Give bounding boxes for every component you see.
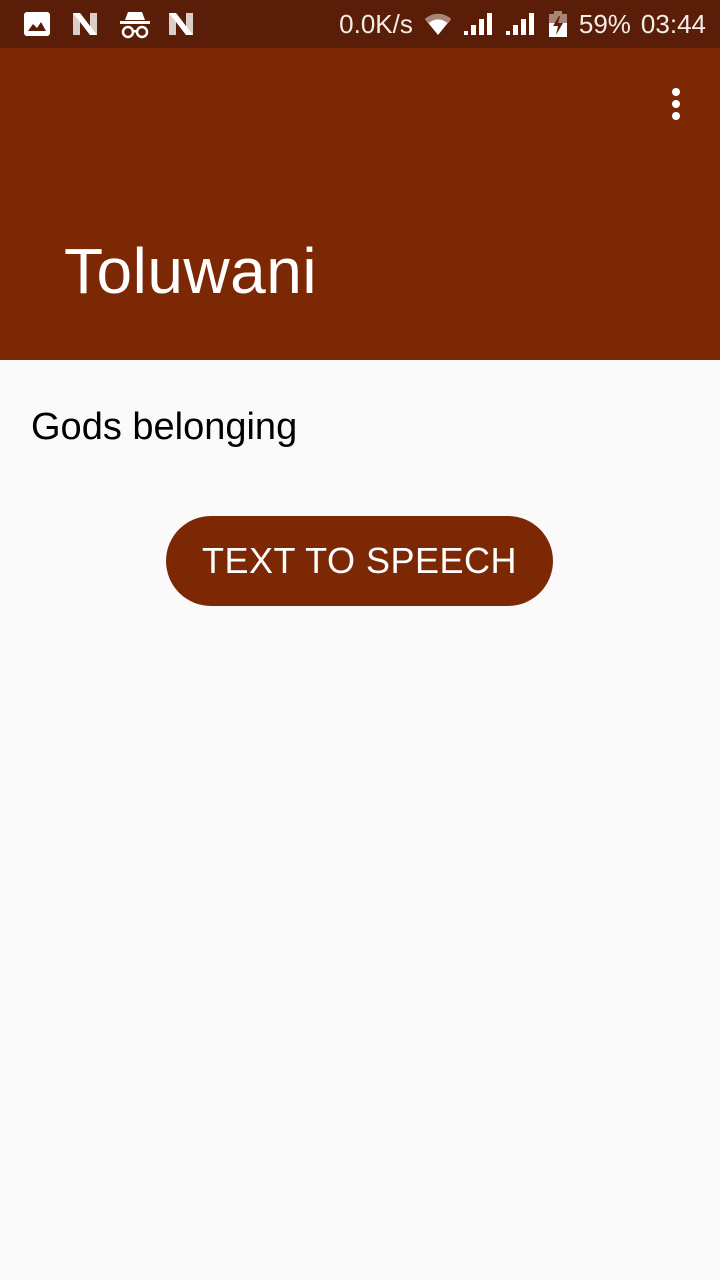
clock: 03:44	[640, 8, 706, 39]
signal-icon	[505, 9, 537, 39]
battery-percent: 59%	[578, 8, 631, 39]
more-vert-icon	[672, 88, 680, 96]
system-status: 0.0K/s 59% 03:44	[339, 9, 706, 40]
battery-charging-icon	[547, 9, 569, 39]
app-bar: Toluwani	[0, 48, 720, 360]
more-vert-icon-dot	[672, 100, 680, 108]
status-bar: 0.0K/s 59% 03:44	[0, 0, 720, 48]
overflow-menu-button[interactable]	[654, 82, 698, 126]
content-text: Gods belonging	[31, 406, 298, 448]
wifi-icon	[423, 9, 453, 39]
incognito-icon	[118, 9, 150, 39]
app-title: Toluwani	[64, 235, 318, 307]
gallery-icon	[22, 9, 52, 39]
notification-icons	[22, 9, 196, 39]
signal-icon	[463, 9, 495, 39]
network-speed: 0.0K/s	[339, 8, 413, 39]
n-icon	[166, 9, 196, 39]
more-vert-icon-dot	[672, 112, 680, 120]
n-icon	[70, 9, 100, 39]
text-to-speech-button[interactable]: TEXT TO SPEECH	[166, 516, 553, 606]
